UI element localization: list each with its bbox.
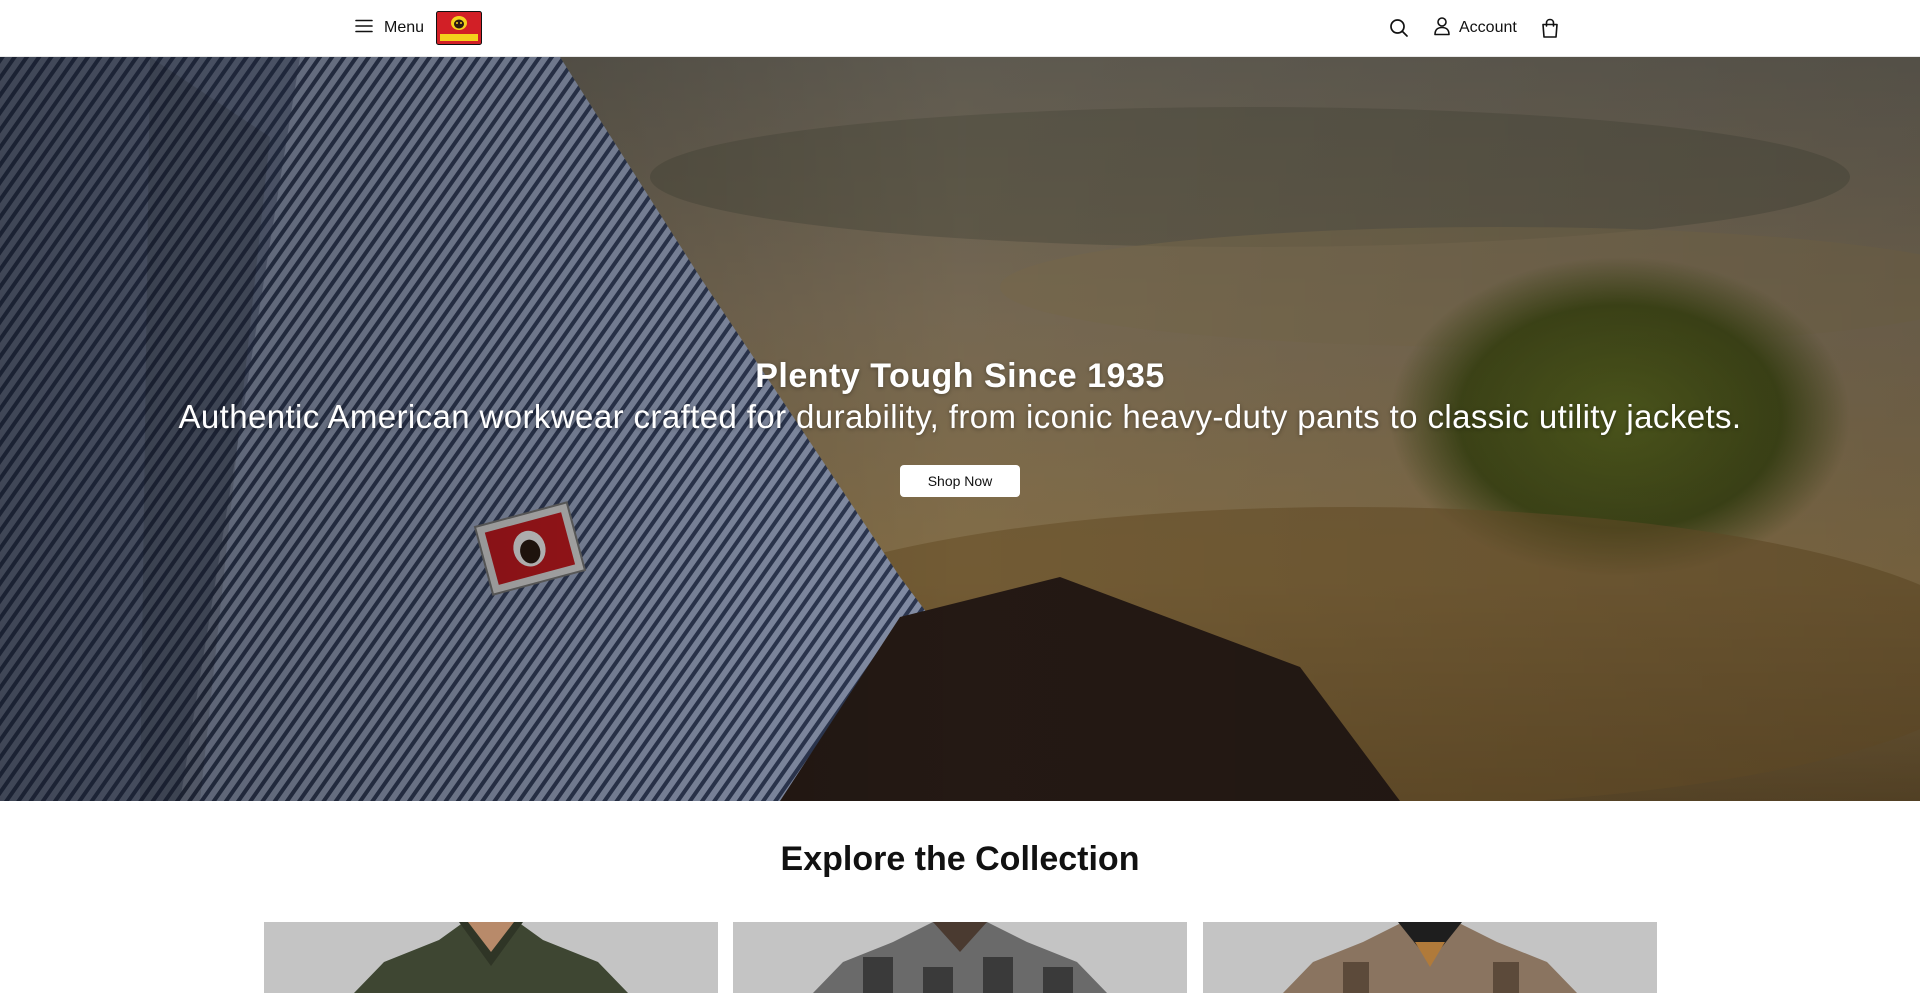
hero-title: Plenty Tough Since 1935 [755, 357, 1165, 395]
collection-card-3[interactable] [1203, 922, 1657, 993]
site-header: Menu Account [0, 0, 1920, 57]
brand-logo[interactable] [436, 11, 482, 45]
hero-banner: Plenty Tough Since 1935 Authentic Americ… [0, 57, 1920, 801]
collection-card-2[interactable] [733, 922, 1187, 993]
menu-button[interactable]: Menu [354, 16, 424, 40]
account-label: Account [1459, 19, 1517, 36]
shop-now-button[interactable]: Shop Now [900, 465, 1020, 497]
collection-card-1[interactable] [264, 922, 718, 993]
hero-subtitle: Authentic American workwear crafted for … [178, 398, 1742, 435]
account-button[interactable]: Account [1433, 16, 1517, 40]
collection-title: Explore the Collection [780, 840, 1140, 878]
menu-label: Menu [384, 19, 425, 36]
search-icon[interactable] [1388, 17, 1410, 39]
product-image [264, 922, 718, 993]
product-image [1203, 922, 1657, 993]
user-icon [1433, 16, 1451, 41]
hamburger-icon [354, 16, 374, 41]
product-image [733, 922, 1187, 993]
shopping-bag-icon[interactable] [1539, 17, 1561, 39]
